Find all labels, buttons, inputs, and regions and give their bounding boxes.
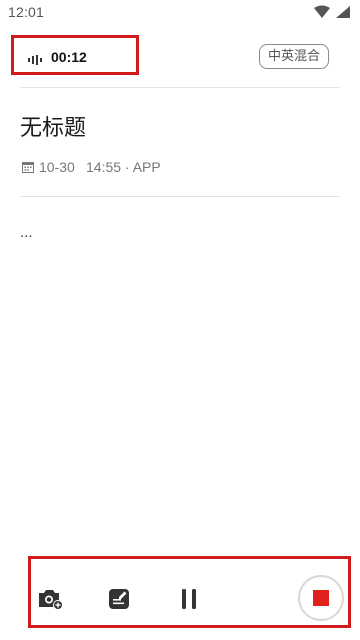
divider (20, 87, 340, 88)
stop-icon (313, 590, 329, 606)
transcription-content[interactable]: ... (20, 224, 33, 241)
divider (20, 196, 340, 197)
note-edit-icon (109, 589, 129, 609)
cellular-signal-icon (336, 6, 350, 18)
camera-add-icon (39, 590, 63, 610)
wifi-icon (314, 5, 330, 18)
language-mode-chip[interactable]: 中英混合 (259, 44, 329, 69)
status-bar: 12:01 (0, 0, 360, 24)
stop-button[interactable] (298, 575, 344, 621)
camera-add-button[interactable] (38, 587, 64, 611)
pause-icon (182, 589, 196, 609)
recording-indicator: 00:12 (11, 35, 139, 75)
recording-elapsed-time: 00:12 (51, 49, 87, 65)
status-time: 12:01 (8, 4, 45, 20)
audio-wave-icon (28, 52, 44, 65)
calendar-icon (22, 160, 34, 173)
note-time-source: 14:55 · APP (86, 159, 161, 175)
pause-button[interactable] (181, 588, 197, 610)
status-icons (312, 5, 352, 19)
note-title[interactable]: 无标题 (20, 110, 86, 142)
note-date: 10-30 (39, 159, 75, 175)
note-edit-button[interactable] (108, 588, 130, 610)
